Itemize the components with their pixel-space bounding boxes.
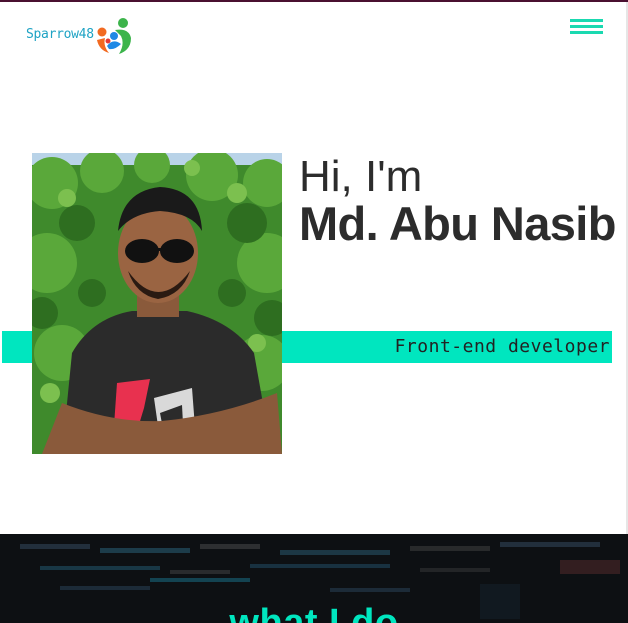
site-logo[interactable]: Sparrow48 xyxy=(26,16,136,56)
menu-button[interactable] xyxy=(570,18,604,36)
accent-bar xyxy=(2,331,32,363)
hero-greeting: Hi, I'm xyxy=(299,152,423,201)
role-text: Front-end developer xyxy=(394,336,610,357)
section-title: what I do xyxy=(229,602,399,623)
logo-text: Sparrow48 xyxy=(26,27,94,42)
hero-name: Md. Abu Nasib xyxy=(299,197,616,250)
what-i-do-section: what I do xyxy=(0,534,628,623)
profile-photo-image xyxy=(32,153,282,454)
menu-line xyxy=(570,31,603,34)
profile-photo xyxy=(32,153,282,454)
menu-line xyxy=(570,19,603,22)
menu-line xyxy=(570,25,603,28)
top-border xyxy=(0,0,628,2)
people-logo-icon xyxy=(97,18,131,54)
